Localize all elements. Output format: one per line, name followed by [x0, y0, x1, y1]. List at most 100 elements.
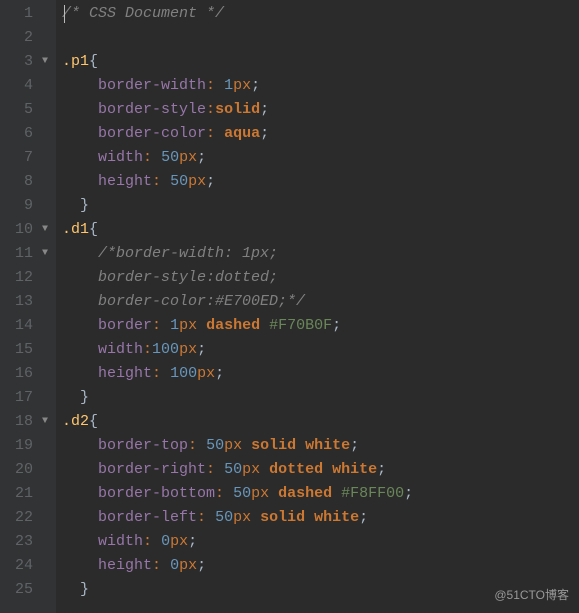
code-line: border-color: aqua;	[62, 122, 579, 146]
property: width	[98, 533, 143, 550]
number: 50	[224, 461, 242, 478]
code-line: border-width: 1px;	[62, 74, 579, 98]
line-number: 15	[13, 338, 33, 362]
line-number: 12	[13, 266, 33, 290]
code-line: }	[62, 194, 579, 218]
gutter-row: 9	[10, 194, 48, 218]
code-editor[interactable]: 123▼45678910▼11▼12131415161718▼192021222…	[0, 0, 579, 613]
code-line: border-style:solid;	[62, 98, 579, 122]
gutter-row: 3▼	[10, 50, 48, 74]
unit: px	[224, 437, 242, 454]
code-line: height: 50px;	[62, 170, 579, 194]
value: dotted	[269, 461, 323, 478]
code-line	[62, 26, 579, 50]
selector: .p1	[62, 53, 89, 70]
watermark: @51CTO博客	[494, 583, 569, 607]
property: height	[98, 365, 152, 382]
gutter-row: 22	[10, 506, 48, 530]
brace: }	[80, 197, 89, 214]
property: width	[98, 149, 143, 166]
property: width	[98, 341, 143, 358]
code-line: .p1{	[62, 50, 579, 74]
property: height	[98, 173, 152, 190]
fold-icon[interactable]: ▼	[38, 242, 48, 266]
code-line: .d1{	[62, 218, 579, 242]
line-number: 6	[13, 122, 33, 146]
code-line: width:100px;	[62, 338, 579, 362]
fold-icon[interactable]: ▼	[38, 410, 48, 434]
value: white	[305, 437, 350, 454]
unit: px	[242, 461, 260, 478]
gutter-row: 7	[10, 146, 48, 170]
gutter-row: 16	[10, 362, 48, 386]
hex-color: #F70B0F	[269, 317, 332, 334]
unit: px	[179, 149, 197, 166]
code-line: /*border-width: 1px;	[62, 242, 579, 266]
property: border-width	[98, 77, 206, 94]
gutter-row: 1	[10, 2, 48, 26]
line-number: 18	[13, 410, 33, 434]
line-number: 24	[13, 554, 33, 578]
property: height	[98, 557, 152, 574]
gutter-row: 11▼	[10, 242, 48, 266]
selector: .d2	[62, 413, 89, 430]
value: dashed	[206, 317, 260, 334]
gutter-row: 2	[10, 26, 48, 50]
text-cursor	[64, 5, 65, 23]
comment: /*border-width: 1px;	[98, 245, 278, 262]
line-number: 20	[13, 458, 33, 482]
line-number: 25	[13, 578, 33, 602]
gutter-row: 12	[10, 266, 48, 290]
comment: border-style:dotted;	[98, 269, 278, 286]
number: 100	[152, 341, 179, 358]
gutter-row: 25	[10, 578, 48, 602]
property: border	[98, 317, 152, 334]
property: border-top	[98, 437, 188, 454]
fold-icon[interactable]: ▼	[38, 218, 48, 242]
number: 1	[224, 77, 233, 94]
code-area[interactable]: /* CSS Document */ .p1{ border-width: 1p…	[56, 0, 579, 613]
brace: }	[80, 581, 89, 598]
gutter-row: 14	[10, 314, 48, 338]
comment: /* CSS Document */	[62, 5, 224, 22]
gutter-row: 19	[10, 434, 48, 458]
brace: {	[89, 53, 98, 70]
gutter-row: 10▼	[10, 218, 48, 242]
number: 100	[170, 365, 197, 382]
value: aqua	[224, 125, 260, 142]
code-line: }	[62, 386, 579, 410]
code-line: /* CSS Document */	[62, 2, 579, 26]
code-line: border-color:#E700ED;*/	[62, 290, 579, 314]
gutter-row: 13	[10, 290, 48, 314]
code-line: border-left: 50px solid white;	[62, 506, 579, 530]
unit: px	[188, 173, 206, 190]
property: border-style	[98, 101, 206, 118]
line-number: 23	[13, 530, 33, 554]
line-gutter: 123▼45678910▼11▼12131415161718▼192021222…	[0, 0, 56, 613]
value: white	[314, 509, 359, 526]
gutter-row: 4	[10, 74, 48, 98]
hex-color: #F8FF00	[341, 485, 404, 502]
gutter-row: 18▼	[10, 410, 48, 434]
line-number: 16	[13, 362, 33, 386]
number: 50	[206, 437, 224, 454]
value: white	[332, 461, 377, 478]
number: 50	[215, 509, 233, 526]
number: 50	[161, 149, 179, 166]
number: 0	[161, 533, 170, 550]
property: border-color	[98, 125, 206, 142]
number: 50	[170, 173, 188, 190]
line-number: 10	[13, 218, 33, 242]
gutter-row: 20	[10, 458, 48, 482]
line-number: 3	[13, 50, 33, 74]
number: 1	[170, 317, 179, 334]
gutter-row: 23	[10, 530, 48, 554]
gutter-row: 15	[10, 338, 48, 362]
line-number: 19	[13, 434, 33, 458]
fold-icon[interactable]: ▼	[38, 50, 48, 74]
line-number: 2	[13, 26, 33, 50]
selector: .d1	[62, 221, 89, 238]
unit: px	[197, 365, 215, 382]
gutter-row: 6	[10, 122, 48, 146]
brace: }	[80, 389, 89, 406]
